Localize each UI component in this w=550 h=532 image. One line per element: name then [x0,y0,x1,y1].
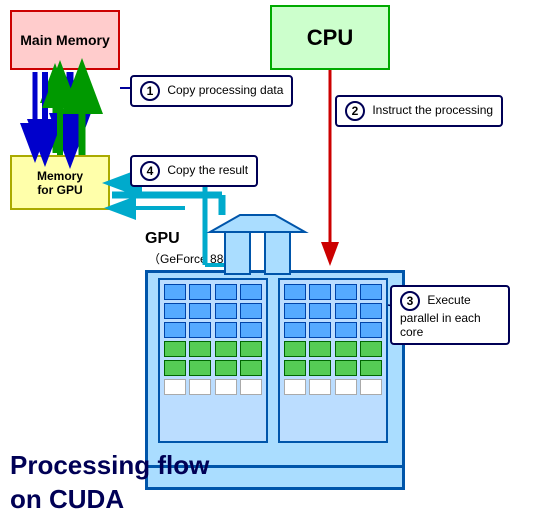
core-cell [215,284,237,300]
gpu-col-right [278,278,388,443]
core-cell [215,303,237,319]
core-cell [240,303,262,319]
core-cell [240,379,262,395]
main-memory-box: Main Memory [10,10,120,70]
callout-step2: 2 Instruct the processing [335,95,503,127]
core-cell [335,379,357,395]
step1-number: 1 [140,81,160,101]
core-cell [309,322,331,338]
core-cell [189,303,211,319]
step4-number: 4 [140,161,160,181]
memory-gpu-label: Memoryfor GPU [37,169,83,197]
core-cell [309,379,331,395]
core-cell [284,341,306,357]
core-cell [360,360,382,376]
core-cell [164,341,186,357]
core-cell [215,322,237,338]
core-cell [309,303,331,319]
core-cell [240,284,262,300]
diagram-area: Main Memory CPU Memoryfor GPU GPU （GeFor… [0,0,550,532]
core-cell [335,284,357,300]
callout-step1: 1 Copy processing data [130,75,293,107]
gpu-sub-label: （GeForce 8800） [148,250,249,267]
callout-step3: 3 Execute parallel in each core [390,285,510,345]
core-cell [189,341,211,357]
core-cell [360,341,382,357]
core-cell [164,322,186,338]
processing-flow-line1: Processing flow [10,449,209,483]
core-cell [284,322,306,338]
step1-text: Copy processing data [167,83,283,97]
core-cell [335,303,357,319]
core-cell [189,322,211,338]
core-cell [164,360,186,376]
step2-text: Instruct the processing [372,103,493,117]
gpu-col-left [158,278,268,443]
core-cell [360,322,382,338]
memory-gpu-box: Memoryfor GPU [10,155,110,210]
core-cell [189,379,211,395]
core-cell [164,284,186,300]
step4-text: Copy the result [167,163,248,177]
core-cell [215,360,237,376]
core-cell [215,379,237,395]
core-cell [335,341,357,357]
core-cell [189,284,211,300]
core-cell [164,303,186,319]
core-cell [284,360,306,376]
core-cell [309,360,331,376]
core-cell [164,379,186,395]
core-cell [284,379,306,395]
core-cell [240,322,262,338]
step3-number: 3 [400,291,420,311]
main-memory-label: Main Memory [20,32,109,48]
core-grid-right [280,280,386,399]
core-cell [189,360,211,376]
core-cell [360,303,382,319]
core-cell [335,360,357,376]
processing-flow-text: Processing flow on CUDA [10,449,209,517]
step2-number: 2 [345,101,365,121]
core-grid-left [160,280,266,399]
core-cell [360,284,382,300]
cpu-box: CPU [270,5,390,70]
core-cell [335,322,357,338]
core-cell [284,303,306,319]
core-cell [215,341,237,357]
callout-step4: 4 Copy the result [130,155,258,187]
core-cell [309,341,331,357]
core-cell [240,341,262,357]
core-cell [309,284,331,300]
core-cell [360,379,382,395]
processing-flow-line2: on CUDA [10,483,209,517]
gpu-label: GPU [145,230,180,248]
core-cell [240,360,262,376]
core-cell [284,284,306,300]
cpu-label: CPU [307,25,353,51]
